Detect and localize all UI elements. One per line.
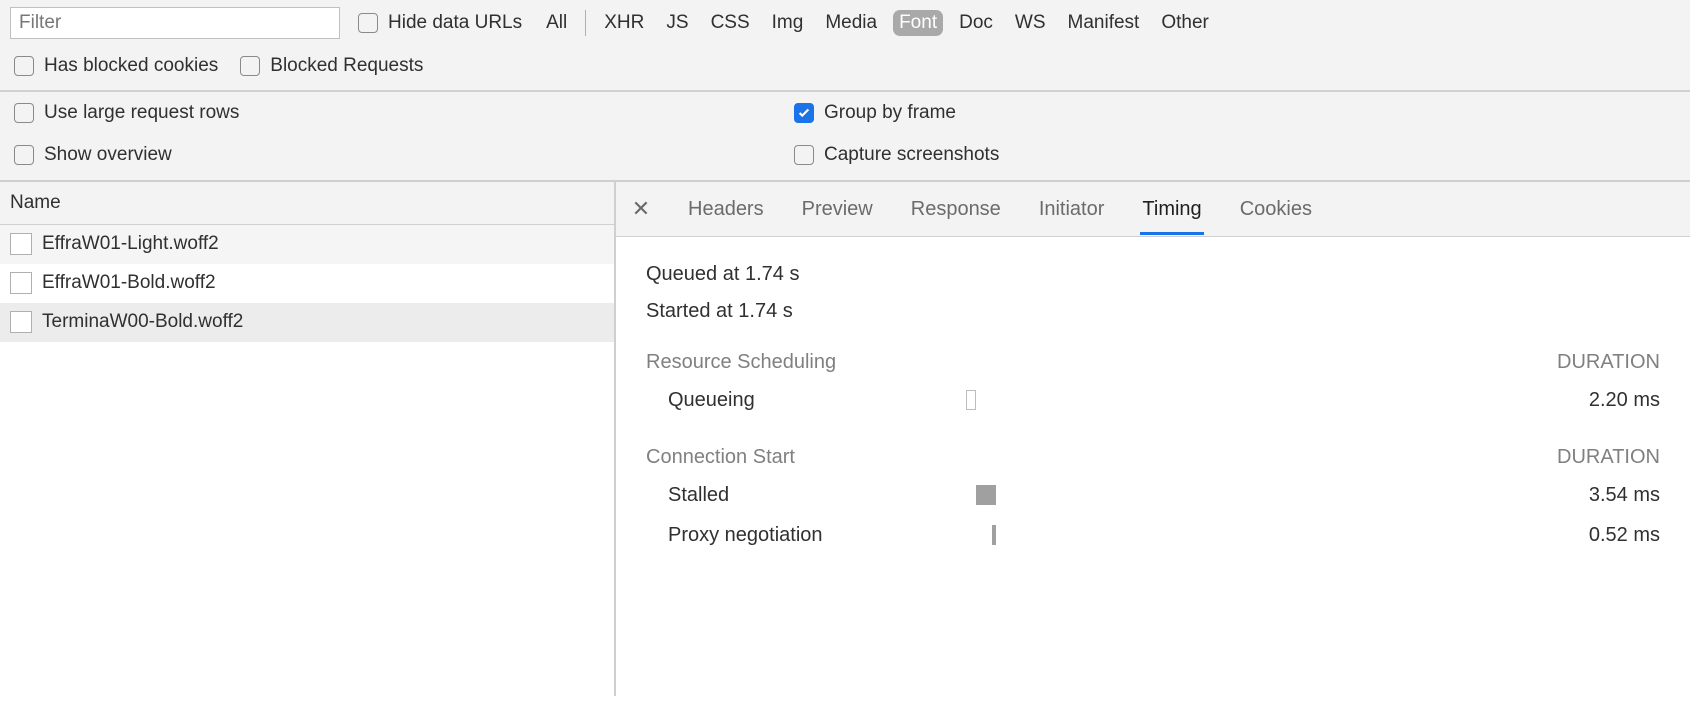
timing-bar-area	[966, 483, 1540, 507]
filter-input[interactable]	[10, 7, 340, 39]
tab-response[interactable]: Response	[909, 184, 1003, 235]
split-pane: Name EffraW01-Light.woff2 EffraW01-Bold.…	[0, 182, 1690, 696]
show-overview-checkbox[interactable]: Show overview	[14, 144, 794, 166]
timing-bar-icon	[976, 485, 996, 505]
timing-row: Queueing 2.20 ms	[646, 380, 1660, 420]
type-filter-other[interactable]: Other	[1155, 10, 1215, 36]
use-large-rows-label: Use large request rows	[44, 102, 239, 124]
request-row[interactable]: EffraW01-Bold.woff2	[0, 264, 614, 303]
duration-header: DURATION	[1557, 446, 1660, 469]
detail-tab-bar: ✕ Headers Preview Response Initiator Tim…	[616, 182, 1690, 237]
timing-section-resource-scheduling: Resource Scheduling DURATION Queueing 2.…	[646, 351, 1660, 420]
request-row[interactable]: TerminaW00-Bold.woff2	[0, 303, 614, 342]
checkbox-icon	[14, 145, 34, 165]
request-row[interactable]: EffraW01-Light.woff2	[0, 225, 614, 264]
timing-bar-icon	[966, 390, 976, 410]
request-name: TerminaW00-Bold.woff2	[42, 311, 243, 333]
tab-preview[interactable]: Preview	[800, 184, 875, 235]
group-by-frame-label: Group by frame	[824, 102, 956, 124]
type-filter-bar: All XHR JS CSS Img Media Font Doc WS Man…	[540, 10, 1215, 36]
section-title: Resource Scheduling	[646, 351, 836, 374]
timing-value: 0.52 ms	[1540, 524, 1660, 547]
tab-cookies[interactable]: Cookies	[1238, 184, 1314, 235]
timing-panel: Queued at 1.74 s Started at 1.74 s Resou…	[616, 237, 1690, 565]
timing-value: 2.20 ms	[1540, 389, 1660, 412]
timing-row: Proxy negotiation 0.52 ms	[646, 515, 1660, 555]
request-name: EffraW01-Bold.woff2	[42, 272, 216, 294]
type-filter-img[interactable]: Img	[766, 10, 810, 36]
file-icon	[10, 311, 32, 333]
capture-screenshots-checkbox[interactable]: Capture screenshots	[794, 144, 1676, 166]
type-filter-css[interactable]: CSS	[705, 10, 756, 36]
detail-pane: ✕ Headers Preview Response Initiator Tim…	[616, 182, 1690, 696]
hide-data-urls-checkbox[interactable]: Hide data URLs	[358, 12, 522, 34]
filter-row: Hide data URLs All XHR JS CSS Img Media …	[0, 0, 1690, 46]
section-title: Connection Start	[646, 446, 795, 469]
filter-toolbar: Hide data URLs All XHR JS CSS Img Media …	[0, 0, 1690, 91]
has-blocked-cookies-checkbox[interactable]: Has blocked cookies	[14, 55, 218, 77]
type-filter-ws[interactable]: WS	[1009, 10, 1052, 36]
timing-value: 3.54 ms	[1540, 484, 1660, 507]
timing-row: Stalled 3.54 ms	[646, 475, 1660, 515]
request-name: EffraW01-Light.woff2	[42, 233, 219, 255]
timing-bar-area	[966, 523, 1540, 547]
tab-headers[interactable]: Headers	[686, 184, 766, 235]
filter-row-2: Has blocked cookies Blocked Requests	[0, 46, 1690, 90]
type-filter-media[interactable]: Media	[819, 10, 883, 36]
column-header-name[interactable]: Name	[0, 182, 614, 225]
type-filter-manifest[interactable]: Manifest	[1062, 10, 1146, 36]
checkbox-icon	[14, 103, 34, 123]
type-filter-xhr[interactable]: XHR	[598, 10, 650, 36]
request-list-pane: Name EffraW01-Light.woff2 EffraW01-Bold.…	[0, 182, 616, 696]
group-by-frame-checkbox[interactable]: Group by frame	[794, 102, 1676, 124]
capture-screenshots-label: Capture screenshots	[824, 144, 999, 166]
queued-at-text: Queued at 1.74 s	[646, 261, 1660, 288]
checkbox-icon	[14, 56, 34, 76]
type-filter-all[interactable]: All	[540, 10, 573, 36]
timing-label: Queueing	[646, 389, 966, 412]
file-icon	[10, 233, 32, 255]
started-at-text: Started at 1.74 s	[646, 298, 1660, 325]
timing-label: Stalled	[646, 484, 966, 507]
type-filter-doc[interactable]: Doc	[953, 10, 999, 36]
checkbox-icon	[240, 56, 260, 76]
options-toolbar: Use large request rows Show overview Gro…	[0, 91, 1690, 182]
tab-initiator[interactable]: Initiator	[1037, 184, 1107, 235]
blocked-requests-label: Blocked Requests	[270, 55, 423, 77]
type-filter-font[interactable]: Font	[893, 10, 943, 36]
hide-data-urls-label: Hide data URLs	[388, 12, 522, 34]
duration-header: DURATION	[1557, 351, 1660, 374]
use-large-rows-checkbox[interactable]: Use large request rows	[14, 102, 794, 124]
checkbox-icon	[794, 145, 814, 165]
separator-icon	[585, 10, 586, 36]
file-icon	[10, 272, 32, 294]
timing-bar-area	[966, 388, 1540, 412]
checkbox-icon	[358, 13, 378, 33]
type-filter-js[interactable]: JS	[660, 10, 694, 36]
show-overview-label: Show overview	[44, 144, 172, 166]
timing-label: Proxy negotiation	[646, 524, 966, 547]
checkbox-checked-icon	[794, 103, 814, 123]
tab-timing[interactable]: Timing	[1140, 184, 1203, 235]
blocked-requests-checkbox[interactable]: Blocked Requests	[240, 55, 423, 77]
timing-section-connection-start: Connection Start DURATION Stalled 3.54 m…	[646, 446, 1660, 555]
has-blocked-cookies-label: Has blocked cookies	[44, 55, 218, 77]
timing-bar-icon	[992, 525, 996, 545]
close-icon[interactable]: ✕	[630, 196, 652, 222]
